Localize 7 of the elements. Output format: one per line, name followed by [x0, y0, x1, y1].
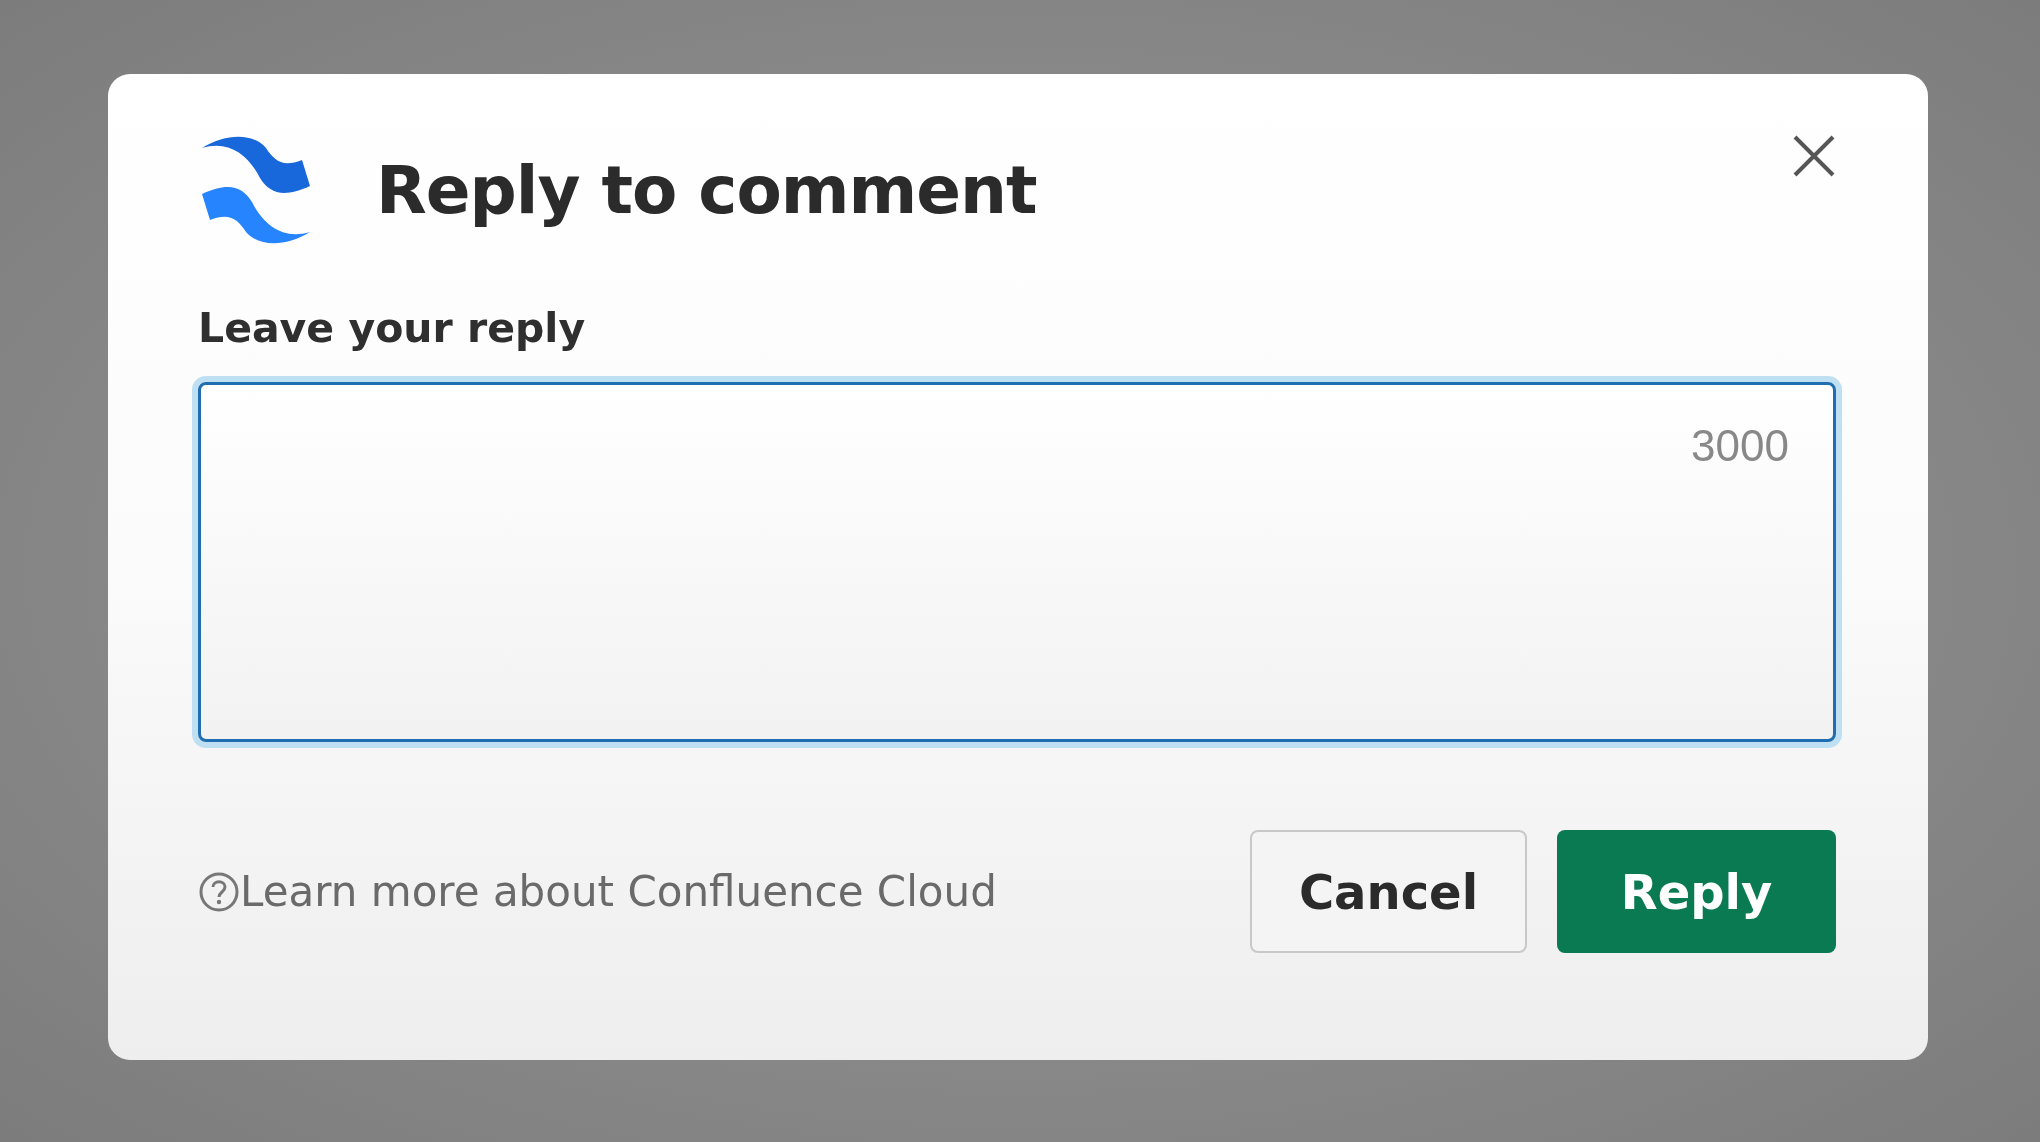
- field-label: Leave your reply: [198, 304, 586, 352]
- help-icon: [198, 870, 240, 913]
- character-counter: 3000: [1691, 421, 1789, 471]
- cancel-button[interactable]: Cancel: [1250, 830, 1527, 953]
- dialog-title: Reply to comment: [376, 151, 1037, 229]
- help-link[interactable]: Learn more about Confluence Cloud: [240, 867, 997, 916]
- reply-button[interactable]: Reply: [1557, 830, 1836, 953]
